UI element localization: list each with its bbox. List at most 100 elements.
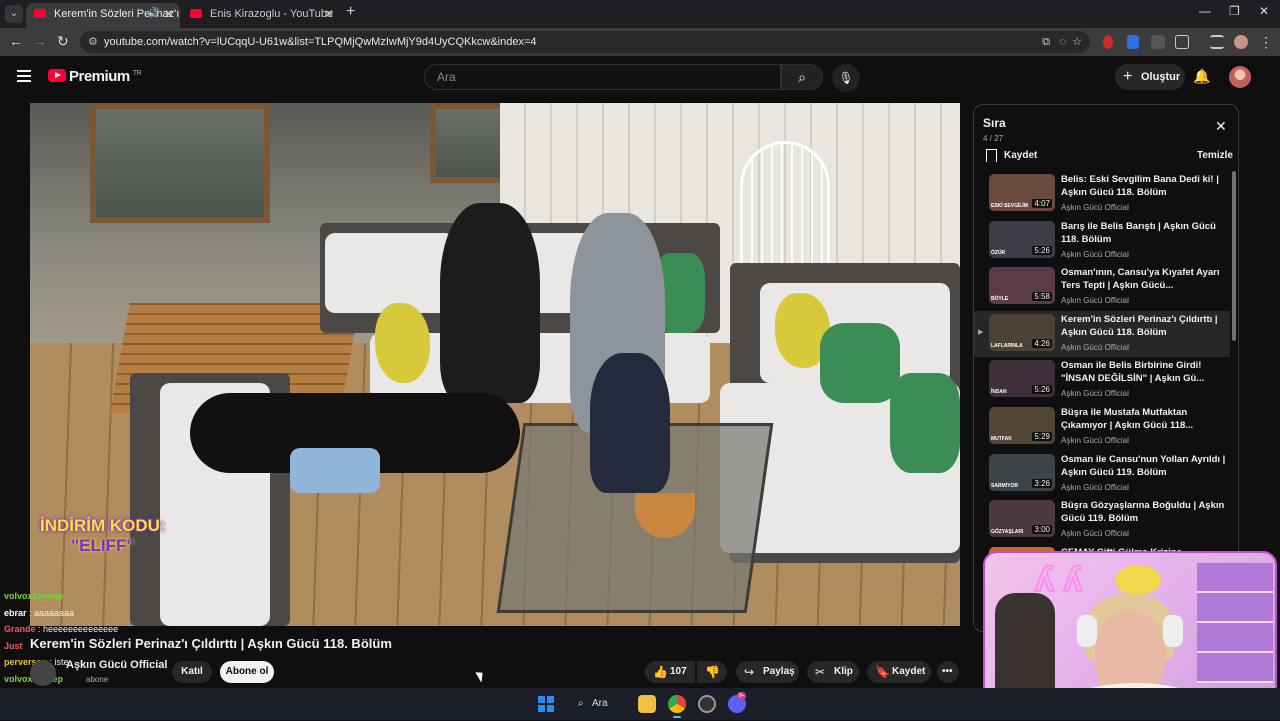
subscribe-button[interactable]: Abone ol <box>220 661 274 683</box>
thumbnail-caption: GÖZYAŞLARI <box>991 529 1024 536</box>
menu-icon[interactable]: ⋮ <box>1259 34 1273 51</box>
youtube-premium-logo[interactable]: Premium TR <box>69 68 142 85</box>
thumbnail-caption: BÖYLE <box>991 296 1009 303</box>
close-tab-icon[interactable]: ✕ <box>164 3 174 25</box>
file-explorer-icon[interactable] <box>638 695 656 713</box>
tab-inactive[interactable]: Enis Kirazoglu - YouTube ✕ <box>182 3 340 28</box>
queue-item[interactable]: BÖYLE 5:58 Osman'ının, Cansu'ya Kıyafet Ay… <box>974 264 1230 311</box>
taskbar-search[interactable]: ⌕ Ara <box>578 695 608 713</box>
extension-icon[interactable] <box>1151 35 1165 49</box>
duration-badge: 5:58 <box>1032 292 1052 302</box>
reading-list-icon[interactable] <box>1210 35 1224 49</box>
queue-scrollbar[interactable] <box>1232 171 1236 341</box>
queue-item-thumbnail[interactable]: İNSAN 5:26 <box>989 360 1055 398</box>
youtube-favicon-icon <box>190 9 202 18</box>
chat-text: : aaaaaaaa <box>26 607 75 618</box>
video-player[interactable]: İNDİRİM KODU: "ELIFF" <box>30 103 960 626</box>
queue-item-thumbnail[interactable]: BÖYLE 5:58 <box>989 267 1055 305</box>
active-indicator <box>673 716 681 718</box>
minimize-icon[interactable]: — <box>1199 4 1211 18</box>
queue-item-thumbnail[interactable]: GÖZYAŞLARI 3:00 <box>989 500 1055 538</box>
join-button[interactable]: Katıl <box>172 661 212 683</box>
duration-badge: 4:26 <box>1032 338 1052 348</box>
search-input[interactable]: Ara <box>424 64 781 90</box>
thumbnail-caption: LAFLARINLA <box>991 342 1023 349</box>
chat-username: Grande <box>4 624 36 635</box>
queue-item-title: Barış ile Belis Barıştı | Aşkın Gücü 118… <box>1061 220 1216 245</box>
queue-item-title: Osman ile Belis Birbirine Girdi! "İNSAN … <box>1061 360 1205 385</box>
dislike-button[interactable]: 👎 <box>697 661 727 683</box>
chat-message: ebrar : aaaaaaaa <box>4 605 134 622</box>
tab-active[interactable]: Kerem'in Sözleri Perinaz'ı Çıl 🔊 ✕ <box>26 3 180 28</box>
more-actions-button[interactable]: ••• <box>937 661 959 683</box>
clip-button[interactable]: ✂ Klip <box>807 661 859 683</box>
chrome-icon[interactable] <box>668 695 686 713</box>
create-button[interactable]: + Oluştur <box>1115 64 1185 90</box>
queue-item-title: Büşra Gözyaşlarına Boğuldu | Aşkın Gücü … <box>1061 500 1225 525</box>
queue-item[interactable]: ÖZÜR 5:26 Barış ile Belis Barıştı | Aşkın … <box>974 218 1230 265</box>
queue-item-thumbnail[interactable]: ÖZÜR 5:26 <box>989 220 1055 258</box>
notifications-bell-icon[interactable]: 🔔 <box>1193 68 1210 85</box>
cam-plush <box>1115 565 1161 595</box>
close-queue-icon[interactable]: ✕ <box>1215 118 1227 135</box>
queue-item-thumbnail[interactable]: SARMIYOR 3:26 <box>989 453 1055 491</box>
account-avatar[interactable] <box>1229 66 1251 88</box>
reload-icon[interactable]: ↻ <box>57 33 69 50</box>
queue-item-thumbnail[interactable]: LAFLARINLA 4:26 <box>989 313 1055 351</box>
queue-item-thumbnail[interactable]: MUTFAK 5:29 <box>989 406 1055 444</box>
url-text: youtube.com/watch?v=lUCqqU-U61w&list=TLP… <box>104 36 537 48</box>
browser-tabstrip: ⌄ Kerem'in Sözleri Perinaz'ı Çıl 🔊 ✕ Eni… <box>0 0 1280 28</box>
site-info-icon[interactable]: ⚙ <box>88 31 98 53</box>
windows-taskbar: ⌕ Ara 9+ <box>0 688 1280 720</box>
queue-item[interactable]: MUTFAK 5:29 Büşra ile Mustafa Mutfaktan Çı… <box>974 404 1230 451</box>
restore-icon[interactable]: ❐ <box>1229 4 1240 18</box>
tab-search-dropdown[interactable]: ⌄ <box>5 5 23 23</box>
windows-start-icon[interactable] <box>538 696 554 712</box>
profile-avatar[interactable] <box>1234 35 1248 49</box>
bookmark-star-icon[interactable]: ☆ <box>1072 31 1082 53</box>
scene-person <box>290 448 380 493</box>
hide-icon[interactable]: ◌ <box>1059 31 1066 53</box>
share-button[interactable]: ↪ Paylaş <box>736 661 799 683</box>
search-button[interactable]: ⌕ <box>781 64 823 90</box>
queue-item[interactable]: İNSAN 5:26 Osman ile Belis Birbirine Girdi… <box>974 357 1230 404</box>
queue-item[interactable]: ▶ LAFLARINLA 4:26 Kerem'in Sözleri Perinaz'… <box>974 310 1230 358</box>
queue-item[interactable]: GÖZYAŞLARI 3:00 Büşra Gözyaşlarına Boğuldu… <box>974 497 1230 544</box>
channel-avatar[interactable] <box>30 660 56 686</box>
queue-save-button[interactable]: Kaydet <box>986 149 1037 163</box>
address-bar[interactable]: ⚙ youtube.com/watch?v=lUCqqU-U61w&list=T… <box>80 31 1090 53</box>
extension-icon[interactable] <box>1103 35 1113 49</box>
back-icon[interactable]: ← <box>9 33 23 49</box>
queue-item[interactable]: ESKİ SEVGİLİM 4:07 Belis: Eski Sevgilim Ba… <box>974 171 1230 218</box>
scene-window <box>90 103 270 223</box>
voice-search-button[interactable]: 🎙 <box>832 64 860 92</box>
install-icon[interactable]: ⧉ <box>1042 31 1050 53</box>
thumbnail-caption: İNSAN <box>991 389 1007 396</box>
forward-icon[interactable]: → <box>33 33 47 49</box>
new-tab-button[interactable]: + <box>346 3 355 21</box>
like-button[interactable]: 👍 107 <box>645 661 695 683</box>
scene-pillow <box>890 373 960 473</box>
scene-person <box>590 353 670 493</box>
chat-message: volvoxzeynep <box>4 671 134 688</box>
extension-icon[interactable] <box>1127 35 1139 49</box>
extensions-puzzle-icon[interactable] <box>1175 35 1189 49</box>
speaker-icon[interactable]: 🔊 <box>148 3 160 25</box>
queue-item-channel: Aşkın Gücü Official <box>1061 482 1129 492</box>
close-window-icon[interactable]: ✕ <box>1259 4 1269 18</box>
scene-person <box>440 203 540 403</box>
bookmark-icon <box>986 149 997 162</box>
queue-item-channel: Aşkın Gücü Official <box>1061 529 1129 539</box>
queue-clear-button[interactable]: Temizle <box>1197 150 1233 161</box>
close-tab-icon[interactable]: ✕ <box>324 3 334 25</box>
duration-badge: 3:26 <box>1032 478 1052 488</box>
promo-overlay: İNDİRİM KODU: "ELIFF" <box>40 516 166 555</box>
youtube-logo-icon[interactable] <box>48 69 66 82</box>
hamburger-menu-icon[interactable] <box>17 70 31 82</box>
save-button[interactable]: 🔖 Kaydet <box>867 661 931 683</box>
queue-item-thumbnail[interactable]: ESKİ SEVGİLİM 4:07 <box>989 174 1055 211</box>
channel-name[interactable]: Aşkın Gücü Official <box>66 659 167 671</box>
queue-item[interactable]: SARMIYOR 3:26 Osman ile Cansu'nun Yolları … <box>974 451 1230 498</box>
scene-birdcage <box>740 141 830 281</box>
obs-icon[interactable] <box>698 695 716 713</box>
